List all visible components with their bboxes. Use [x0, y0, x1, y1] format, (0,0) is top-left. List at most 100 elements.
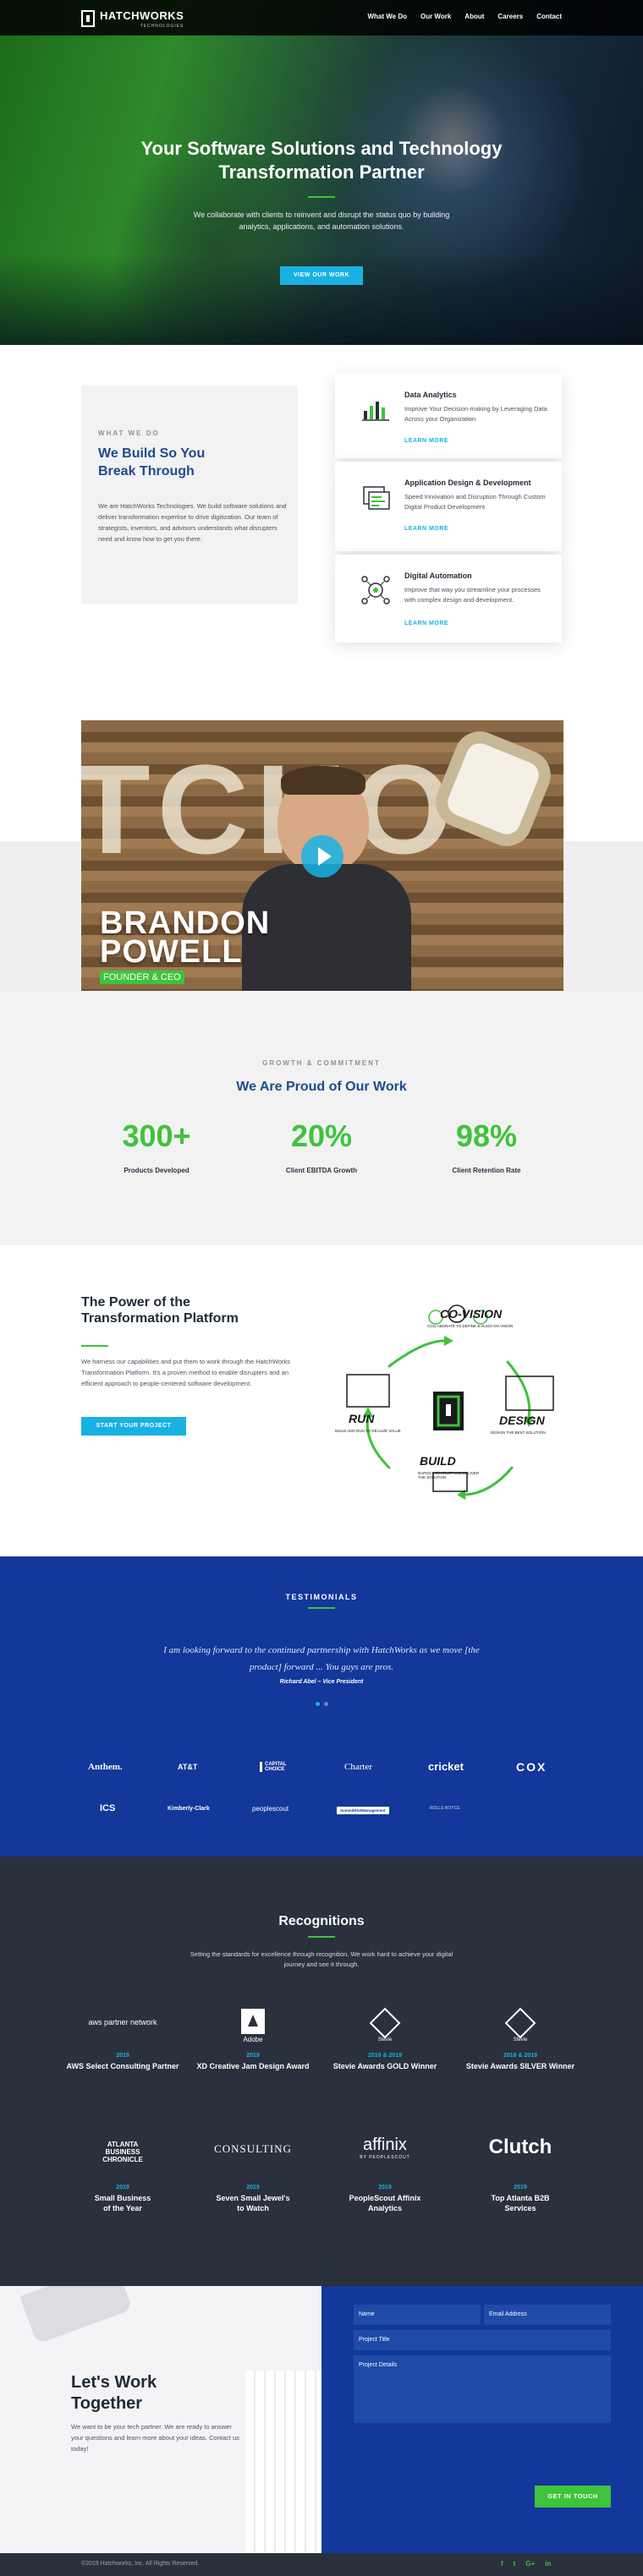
hero-title: Your Software Solutions and Technology T…: [0, 137, 643, 184]
carousel-dot-active[interactable]: [316, 1702, 320, 1706]
award-name: Seven Small Jewel's to Watch: [216, 2194, 290, 2212]
start-your-project-button[interactable]: START YOUR PROJECT: [81, 1417, 186, 1436]
testimonial-author: Richard Abel – Vice President: [279, 1679, 364, 1685]
award-year: 2019: [116, 2053, 129, 2059]
social-links: f t G+ in: [501, 2560, 551, 2568]
platform-body: We harness our capabilities and put them…: [81, 1358, 290, 1387]
learn-more-link[interactable]: LEARN MORE: [404, 438, 448, 444]
video-speaker-role: FOUNDER & CEO: [100, 971, 184, 984]
service-card-desc: Improve Your Decision-making by Leveragi…: [404, 405, 547, 423]
award-year: 2019: [514, 2185, 527, 2190]
award-item: 2019 Seven Small Jewel's to Watch: [190, 2185, 316, 2213]
aws-logo: aws partner network: [59, 2014, 186, 2029]
quote-line1: I am looking forward to the continued pa…: [163, 1645, 480, 1655]
contact-form: Name Email Address Project Title Project…: [322, 2286, 643, 2553]
nav-item-contact[interactable]: Contact: [536, 13, 562, 20]
recognitions-heading: Recognitions: [278, 1914, 365, 1928]
stat-value: 98%: [455, 1118, 518, 1153]
stats-eyebrow: GROWTH & COMMITMENT: [262, 1059, 381, 1067]
view-our-work-button[interactable]: VIEW OUR WORK: [280, 266, 363, 285]
service-card-title: Data Analytics: [404, 391, 457, 399]
platform-heading: The Power of the Transformation Platform: [81, 1294, 239, 1326]
recognitions-intro: Setting the standards for excellence thr…: [190, 1950, 453, 1968]
hero-subtitle: We collaborate with clients to reinvent …: [193, 211, 450, 231]
diagram-build-sub: RAPIDLY DEVELOP AND DELIVER THE SOLUTION: [418, 1471, 480, 1479]
client-logo-att: AT&T: [178, 1763, 198, 1771]
what-we-do-heading-line1: We Build So You: [98, 446, 206, 461]
brand-name: HATCHWORKS: [100, 9, 184, 22]
award-name: Small Business of the Year: [94, 2194, 151, 2212]
what-we-do-box: WHAT WE DO We Build So You Break Through…: [81, 386, 298, 604]
adobe-mark: [241, 2009, 265, 2034]
wall-letters: TCHO: [81, 738, 459, 880]
facebook-icon[interactable]: f: [501, 2560, 503, 2568]
get-in-touch-button[interactable]: GET IN TOUCH: [535, 2486, 611, 2508]
platform-heading-line2: Transformation Platform: [81, 1311, 239, 1326]
affinix-logo-sub: BY PEOPLESCOUT: [360, 2155, 410, 2160]
consulting-logo: CONSULTING: [214, 2142, 292, 2155]
diagram-covision-sub: COLLABORATE TO DEFINE & ALIGN ON VISION: [427, 1324, 514, 1328]
award-name: AWS Select Consulting Partner: [66, 2062, 179, 2070]
award-name: PeopleScout Affinix Analytics: [349, 2194, 421, 2212]
recognitions-divider: [308, 1936, 335, 1938]
speaker-hair: [281, 766, 365, 795]
nav-links: What We Do Our Work About Careers Contac…: [367, 13, 562, 20]
google-plus-icon[interactable]: G+: [525, 2560, 535, 2568]
nav-item-about[interactable]: About: [464, 13, 484, 20]
client-logo-cricket: cricket: [428, 1760, 464, 1773]
name-field[interactable]: Name: [354, 2305, 481, 2325]
diagram-design-sub: DESIGN THE BEST SOLUTION: [491, 1430, 546, 1435]
stevie-silver-mark: [504, 2007, 536, 2039]
project-details-field[interactable]: Project Details: [354, 2355, 611, 2423]
what-we-do-heading-line2: Break Through: [98, 464, 195, 479]
service-card-digital-automation[interactable]: Digital Automation Improve that way you …: [335, 555, 562, 643]
hatchworks-logo[interactable]: HATCHWORKS TECHNOLOGIES: [81, 8, 184, 29]
testimonials-heading: TESTIMONIALS: [285, 1593, 358, 1601]
hero-title-line2: Transformation Partner: [218, 161, 425, 183]
diagram-run-label: RUN: [349, 1412, 375, 1425]
project-title-field[interactable]: Project Title: [354, 2330, 611, 2350]
award-year: 2018 & 2019: [503, 2053, 538, 2059]
award-year: 2019: [246, 2185, 260, 2190]
nav-item-careers[interactable]: Careers: [497, 13, 523, 20]
copyright: ©2019 Hatchworks, Inc. All Rights Reserv…: [81, 2561, 200, 2567]
service-card-app-design[interactable]: Application Design & Development Speed I…: [335, 462, 562, 551]
nav-item-what-we-do[interactable]: What We Do: [367, 13, 407, 20]
affinix-logo: affinix BY PEOPLESCOUT: [322, 2136, 448, 2160]
email-field[interactable]: Email Address: [484, 2305, 611, 2325]
speaker-last-name: POWELL: [100, 934, 243, 970]
footer: ©2019 Hatchworks, Inc. All Rights Reserv…: [0, 2553, 643, 2576]
testimonials-section: TESTIMONIALS I am looking forward to the…: [0, 1556, 643, 1857]
adobe-logo-text: Adobe: [243, 2036, 263, 2043]
award-item: 2019 PeopleScout Affinix Analytics: [322, 2185, 448, 2213]
stat-label: Products Developed: [124, 1167, 190, 1174]
stevie-gold-mark: [369, 2007, 401, 2039]
client-logo-peoplescout: peoplescout: [252, 1805, 289, 1813]
award-item: 2018 & 2019 Stevie Awards GOLD Winner: [322, 2053, 448, 2071]
linkedin-icon[interactable]: in: [545, 2560, 551, 2568]
learn-more-link[interactable]: LEARN MORE: [404, 621, 448, 626]
client-logo-kimberly-clark: Kimberly-Clark: [168, 1806, 210, 1812]
testimonial-quote: I am looking forward to the continued pa…: [0, 1642, 643, 1676]
contact-intro: Let's Work Together We want to be your t…: [0, 2286, 322, 2553]
award-name: XD Creative Jam Design Award: [196, 2062, 310, 2070]
service-card-title: Application Design & Development: [404, 479, 531, 487]
adobe-logo: Adobe: [190, 2009, 316, 2043]
stats-section: GROWTH & COMMITMENT We Are Proud of Our …: [0, 992, 643, 1245]
service-card-data-analytics[interactable]: Data Analytics Improve Your Decision-mak…: [335, 374, 562, 458]
aws-logo-text: aws partner network: [88, 2018, 157, 2026]
nav-item-our-work[interactable]: Our Work: [420, 13, 451, 20]
carousel-dot[interactable]: [324, 1702, 328, 1706]
learn-more-link[interactable]: LEARN MORE: [404, 526, 448, 532]
client-logo-ics: ICS: [100, 1803, 116, 1813]
client-logo-cox: COX: [516, 1760, 547, 1774]
twitter-icon[interactable]: t: [514, 2560, 516, 2568]
contact-heading: Let's Work Together: [71, 2372, 157, 2415]
platform-heading-line1: The Power of the: [81, 1295, 190, 1310]
play-icon[interactable]: [301, 835, 343, 878]
stevie-gold-logo: Stevie: [322, 2007, 448, 2043]
award-item: 2019 AWS Select Consulting Partner: [59, 2053, 186, 2071]
award-year: 2019: [378, 2185, 392, 2190]
award-year: 2018 & 2019: [367, 2053, 403, 2059]
stat-value: 300+: [122, 1118, 191, 1153]
